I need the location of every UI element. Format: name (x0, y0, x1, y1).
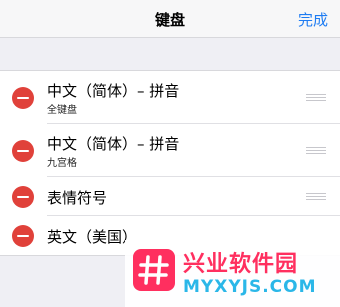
keyboard-title: 英文（美国） (47, 228, 138, 246)
navigation-bar: 键盘 完成 (0, 0, 340, 38)
delete-icon[interactable] (12, 185, 34, 208)
reorder-handle-icon[interactable] (306, 192, 326, 202)
keyboard-title: 表情符号 (47, 189, 108, 207)
watermark-text: 兴业软件园 (183, 252, 299, 277)
delete-icon[interactable] (12, 139, 34, 162)
keyboard-subtitle: 九宫格 (47, 158, 77, 169)
keyboard-row-pinyin-full[interactable]: 中文（简体）– 拼音 全键盘 (0, 71, 340, 124)
keyboard-subtitle: 全键盘 (47, 105, 77, 116)
watermark: 兴业软件园 MYXYJS.COM (125, 240, 340, 307)
delete-icon[interactable] (12, 86, 34, 109)
keyboard-title: 中文（简体）– 拼音 (47, 135, 180, 153)
keyboard-list: 中文（简体）– 拼音 全键盘 中文（简体）– 拼音 九宫格 表情符号 英文（美国… (0, 70, 340, 256)
reorder-handle-icon[interactable] (306, 146, 326, 156)
keyboard-title: 中文（简体）– 拼音 (47, 82, 180, 100)
keyboard-row-pinyin-9key[interactable]: 中文（简体）– 拼音 九宫格 (0, 124, 340, 177)
reorder-handle-icon[interactable] (306, 93, 326, 103)
delete-icon[interactable] (12, 224, 34, 247)
page-title: 键盘 (154, 11, 185, 29)
done-button[interactable]: 完成 (298, 9, 328, 30)
keyboard-row-emoji[interactable]: 表情符号 (0, 177, 340, 216)
watermark-logo-icon (133, 249, 175, 291)
watermark-url: MYXYJS.COM (183, 277, 317, 297)
